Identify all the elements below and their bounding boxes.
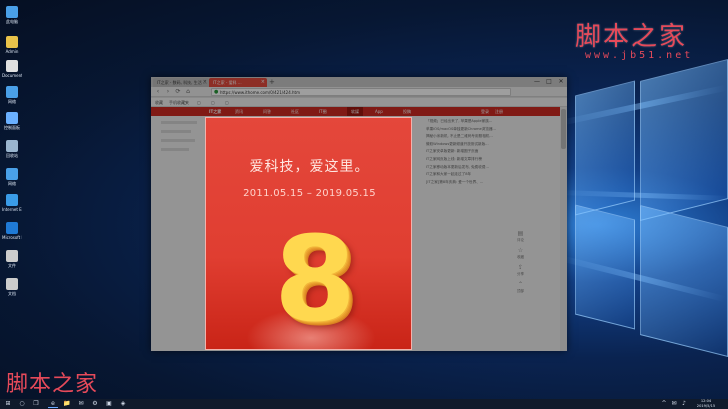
app-icon (6, 250, 18, 262)
app-icon (6, 168, 18, 180)
desktop-icon-label: 网络 (8, 99, 16, 104)
desktop-icon[interactable]: 文档 (2, 278, 22, 296)
desktop-icon[interactable]: 网络 (2, 86, 22, 104)
desktop-icon[interactable]: Internet Explorer (2, 194, 22, 212)
windows-logo-pane (575, 80, 635, 216)
taskbar-app-icon[interactable]: ◈ (118, 400, 128, 408)
watermark-top: 脚本之家 www.jb51.net (575, 24, 693, 61)
desktop-icon-label: 文件 (8, 263, 16, 268)
desktop-icon-label: 回收站 (6, 153, 18, 158)
popup-slogan: 爱科技，爱这里。 (249, 159, 370, 175)
taskbar-app-icon[interactable]: ▣ (104, 400, 114, 408)
tray-up-icon[interactable]: ^ (660, 400, 668, 408)
windows-logo-pane (575, 204, 635, 330)
app-icon (6, 140, 18, 152)
desktop-icon-label: 网络 (8, 181, 16, 186)
anniversary-popup[interactable]: 爱科技，爱这里。 2011.05.15 – 2019.05.15 8 (205, 117, 412, 350)
desktop-icon[interactable]: 网络 (2, 168, 22, 186)
tray-mail-icon[interactable]: ✉ (670, 400, 678, 408)
desktop-icon[interactable]: Document (2, 60, 22, 78)
app-icon (6, 278, 18, 290)
desktop-icon-label: 控制面板 (4, 125, 20, 130)
desktop-icon-label: 此电脑 (6, 19, 18, 24)
app-icon (6, 36, 18, 48)
windows-logo-pane (640, 205, 728, 357)
clock-date[interactable]: 2019/5/15 (694, 404, 718, 409)
desktop-icon[interactable]: Admin (2, 36, 22, 54)
desktop-icon[interactable]: Microsoft Edge (2, 222, 22, 240)
desktop-icon[interactable]: 文件 (2, 250, 22, 268)
desktop-icon-label: Internet Explorer (2, 207, 22, 212)
desktop-icon[interactable]: 回收站 (2, 140, 22, 158)
taskbar: ⊞ ○ ❐ e 📁 ✉ ⚙ ▣ ◈ ^ ✉ ♪ 12:04 2019/5/15 (0, 399, 728, 409)
app-icon (6, 6, 18, 18)
desktop-icon-label: Admin (5, 49, 19, 54)
watermark-bottom: 脚本之家 (6, 372, 99, 397)
taskbar-app-icon[interactable]: ✉ (76, 400, 86, 408)
watermark-title: 脚本之家 (575, 22, 688, 52)
desktop-icon[interactable]: 此电脑 (2, 6, 22, 24)
desktop-icon[interactable]: 控制面板 (2, 112, 22, 130)
volume-icon[interactable]: ♪ (680, 400, 688, 408)
windows-logo-pane (640, 59, 728, 221)
popup-dates: 2011.05.15 – 2019.05.15 (243, 188, 376, 199)
anniversary-number: 8 (273, 210, 357, 348)
desktop: 此电脑AdminDocument网络控制面板回收站网络Internet Expl… (0, 0, 728, 409)
app-icon (6, 194, 18, 206)
task-view-icon[interactable]: ❐ (31, 400, 41, 408)
start-icon[interactable]: ⊞ (3, 400, 13, 408)
app-icon (6, 112, 18, 124)
desktop-icon-label: 文档 (8, 291, 16, 296)
watermark-url: www.jb51.net (585, 50, 694, 61)
app-icon (6, 60, 18, 72)
taskbar-app-icon[interactable]: 📁 (62, 400, 72, 408)
desktop-icon-label: Document (2, 73, 22, 78)
search-icon[interactable]: ○ (17, 400, 27, 408)
app-icon (6, 222, 18, 234)
app-icon (6, 86, 18, 98)
taskbar-app-icon[interactable]: ⚙ (90, 400, 100, 408)
desktop-icon-label: Microsoft Edge (2, 235, 22, 240)
taskbar-app-icon[interactable]: e (48, 400, 58, 408)
